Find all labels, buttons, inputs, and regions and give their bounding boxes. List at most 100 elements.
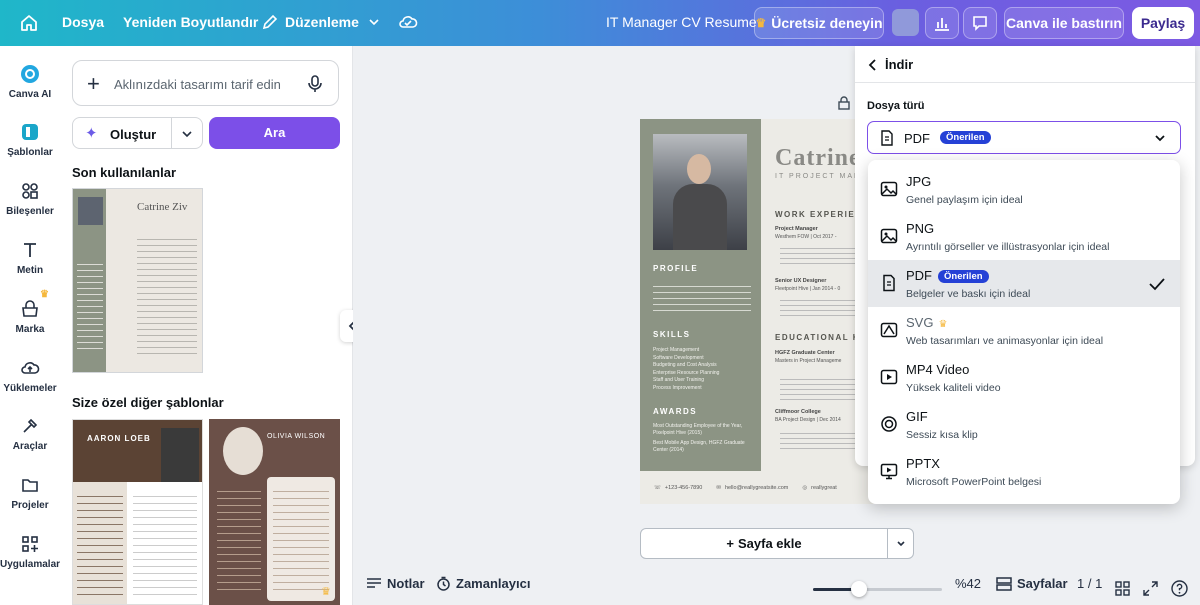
notes-label: Notlar bbox=[387, 576, 425, 591]
presentation-icon bbox=[880, 463, 898, 480]
crown-icon: ♛ bbox=[938, 319, 948, 330]
avatar[interactable] bbox=[892, 9, 919, 36]
thumb-name: OLIVIA WILSON bbox=[267, 433, 326, 440]
search-label: Ara bbox=[263, 125, 286, 140]
share-button[interactable]: Paylaş bbox=[1132, 7, 1194, 39]
text-icon bbox=[24, 243, 36, 257]
template-thumbnail[interactable]: AARON LOEB bbox=[72, 419, 203, 605]
sidebar-item-label: Yüklemeler bbox=[3, 383, 57, 394]
pages-label: Sayfalar bbox=[1017, 576, 1068, 591]
file-type-select[interactable]: PDF Önerilen bbox=[867, 121, 1181, 154]
format-description: Ayrıntılı görseller ve illüstrasyonlar i… bbox=[906, 241, 1110, 253]
format-name-text: SVG bbox=[906, 315, 934, 330]
chevron-down-icon bbox=[369, 19, 379, 26]
pencil-icon bbox=[262, 14, 278, 30]
sidebar-item-templates[interactable]: Şablonlar bbox=[0, 122, 60, 158]
sidebar-item-projects[interactable]: Projeler bbox=[0, 475, 60, 511]
format-option-mp4[interactable]: MP4 Video Yüksek kaliteli video bbox=[868, 354, 1180, 401]
document-title[interactable]: IT Manager CV Resume bbox=[606, 14, 757, 30]
zoom-slider[interactable] bbox=[813, 581, 942, 597]
file-menu[interactable]: Dosya bbox=[62, 14, 104, 30]
prompt-input[interactable]: Aklınızdaki tasarımı tarif edin bbox=[114, 77, 281, 92]
divider bbox=[171, 118, 172, 148]
edit-menu[interactable]: Düzenleme bbox=[261, 13, 381, 31]
format-name: PDF Önerilen bbox=[906, 268, 989, 283]
resume-photo bbox=[653, 134, 747, 250]
resume-edu-sub: Masters in Project Manageme bbox=[775, 358, 842, 364]
format-option-pdf[interactable]: PDF Önerilen Belgeler ve baskı için ideal bbox=[868, 260, 1180, 307]
print-with-canva-button[interactable]: Canva ile bastırın bbox=[1004, 7, 1124, 39]
resume-award-list: Most Outstanding Employee of the Year, P… bbox=[653, 423, 753, 454]
notes-icon bbox=[367, 577, 381, 588]
format-name: MP4 Video bbox=[906, 362, 970, 377]
resume-phone: +123-456-7890 bbox=[664, 484, 703, 491]
document-icon bbox=[883, 274, 895, 292]
sidebar-item-label: Projeler bbox=[11, 500, 49, 511]
resume-name: Catrine bbox=[775, 145, 861, 171]
web-icon: ◎ bbox=[802, 484, 808, 491]
zoom-value[interactable]: %42 bbox=[955, 576, 981, 591]
sidebar-item-label: Araçlar bbox=[12, 441, 48, 452]
format-option-gif[interactable]: GIF Sessiz kısa klip bbox=[868, 401, 1180, 448]
plus-icon: + bbox=[87, 71, 100, 96]
recommended-badge: Önerilen bbox=[938, 270, 989, 283]
skill-item: Budgeting and Cost Analysis bbox=[653, 362, 717, 368]
format-option-svg[interactable]: SVG ♛ Web tasarımları ve animasyonlar içi… bbox=[868, 307, 1180, 354]
print-label: Canva ile bastırın bbox=[1006, 15, 1122, 31]
resize-menu[interactable]: Yeniden Boyutlandır bbox=[123, 14, 258, 30]
resume-job-title: Project Manager bbox=[775, 226, 818, 232]
lock-icon[interactable] bbox=[838, 96, 850, 115]
format-description: Microsoft PowerPoint belgesi bbox=[906, 476, 1042, 488]
resume-profile-text bbox=[653, 281, 751, 313]
microphone-icon[interactable] bbox=[307, 74, 323, 94]
grid-view-icon[interactable] bbox=[1115, 581, 1130, 601]
resume-page[interactable]: Catrine IT PROJECT MANA WORK EXPERIEN Pr… bbox=[640, 119, 880, 504]
home-icon[interactable] bbox=[20, 14, 38, 37]
zoom-slider-handle[interactable] bbox=[850, 581, 867, 597]
chevron-down-icon bbox=[896, 540, 905, 546]
templates-icon bbox=[22, 124, 38, 140]
pages-button[interactable]: Sayfalar bbox=[996, 576, 1068, 591]
format-description: Genel paylaşım için ideal bbox=[906, 194, 1023, 206]
add-page-options-button[interactable] bbox=[887, 528, 914, 559]
sidebar-item-apps[interactable]: Uygulamalar bbox=[0, 534, 60, 570]
template-thumbnail[interactable]: OLIVIA WILSON ♛ bbox=[209, 419, 340, 605]
thumb-name: Catrine Ziv bbox=[137, 201, 188, 213]
create-button[interactable]: ✦ Oluştur bbox=[72, 117, 203, 149]
apps-icon bbox=[22, 536, 38, 552]
share-label: Paylaş bbox=[1140, 15, 1186, 31]
skill-item: Software Development bbox=[653, 354, 704, 361]
download-back-button[interactable]: İndir bbox=[867, 57, 913, 72]
format-option-pptx[interactable]: PPTX Microsoft PowerPoint belgesi bbox=[868, 448, 1180, 495]
add-page-button[interactable]: + Sayfa ekle bbox=[640, 528, 888, 559]
insights-button[interactable] bbox=[925, 7, 959, 39]
brand-icon bbox=[22, 300, 38, 317]
thumb-photo bbox=[78, 197, 103, 225]
pages-icon bbox=[996, 576, 1012, 591]
thumb-name: AARON LOEB bbox=[87, 434, 151, 443]
search-button[interactable]: Ara bbox=[209, 117, 340, 149]
sidebar-item-canva-ai[interactable]: Canva AI bbox=[0, 64, 60, 100]
prompt-box[interactable]: + Aklınızdaki tasarımı tarif edin bbox=[72, 60, 339, 106]
sidebar-item-uploads[interactable]: Yüklemeler bbox=[0, 358, 60, 394]
format-option-jpg[interactable]: JPG Genel paylaşım için ideal bbox=[868, 166, 1180, 213]
sidebar-item-brand[interactable]: ♛ Marka bbox=[0, 289, 60, 335]
chevron-down-icon[interactable] bbox=[181, 128, 193, 140]
canva-ai-icon bbox=[21, 65, 39, 83]
help-icon[interactable] bbox=[1171, 580, 1188, 602]
format-option-png[interactable]: PNG Ayrıntılı görseller ve illüstrasyonl… bbox=[868, 213, 1180, 260]
more-templates-heading: Size özel diğer şablonlar bbox=[72, 395, 224, 410]
free-trial-button[interactable]: ♛ Ücretsiz deneyin bbox=[754, 7, 884, 39]
sidebar-item-tools[interactable]: Araçlar bbox=[0, 416, 60, 452]
sidebar-item-elements[interactable]: Bileşenler bbox=[0, 181, 60, 217]
fullscreen-icon[interactable] bbox=[1143, 581, 1158, 601]
resume-edu-title: Cliffmoor College bbox=[775, 409, 821, 415]
sidebar-item-text[interactable]: Metin bbox=[0, 240, 60, 276]
notes-button[interactable]: Notlar bbox=[366, 576, 425, 591]
comments-button[interactable] bbox=[963, 7, 997, 39]
folder-icon bbox=[22, 479, 38, 492]
recent-template-thumbnail[interactable]: Catrine Ziv bbox=[72, 188, 203, 373]
timer-button[interactable]: Zamanlayıcı bbox=[436, 576, 530, 591]
cloud-save-icon[interactable] bbox=[398, 12, 418, 37]
file-type-menu: JPG Genel paylaşım için ideal PNG Ayrınt… bbox=[868, 160, 1180, 504]
